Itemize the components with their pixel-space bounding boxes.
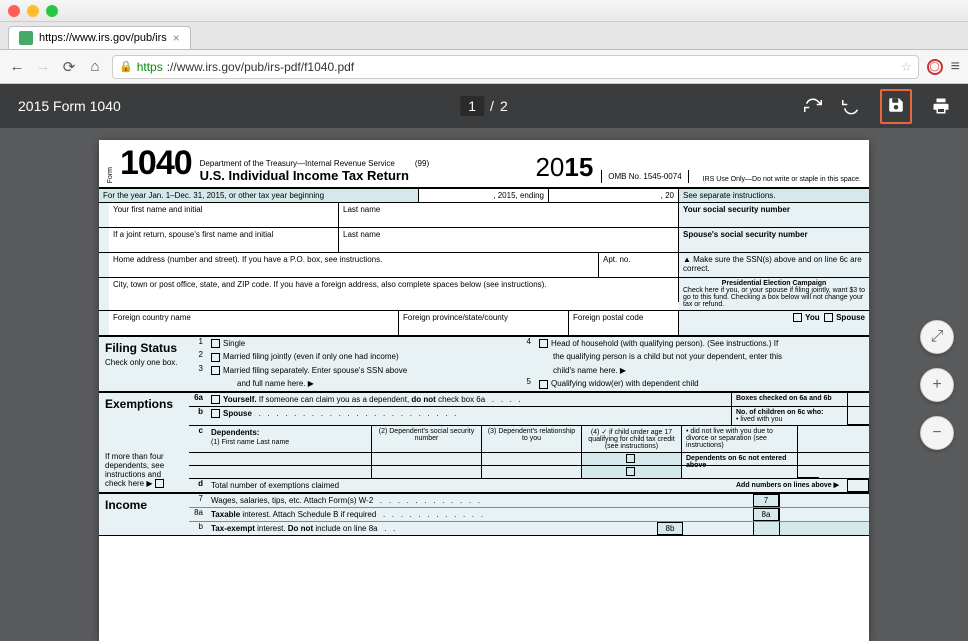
pdf-page-indicator: 1 / 2 [460,96,507,116]
fs-single-checkbox[interactable] [211,339,220,348]
rotate-ccw-icon[interactable] [842,97,860,115]
form-number: 1040 [120,144,192,183]
browser-tab[interactable]: https://www.irs.gov/pub/irs × [8,26,191,49]
foreign-province-label: Foreign province/state/county [399,311,569,335]
fs-hoh-checkbox[interactable] [539,339,548,348]
favicon-icon [19,31,33,45]
tab-title: https://www.irs.gov/pub/irs [39,32,167,44]
zoom-controls: ⤢ + − [920,320,954,450]
tab-close-icon[interactable]: × [173,31,180,45]
spouse-last-label: Last name [339,228,679,252]
url-path: ://www.irs.gov/pub/irs-pdf/f1040.pdf [167,60,354,74]
menu-button[interactable]: ≡ [951,58,960,76]
year-suffix: 15 [564,152,593,182]
see-instructions: See separate instructions. [679,189,869,202]
irs-use-only: IRS Use Only—Do not write or staple in t… [697,176,861,183]
page-current[interactable]: 1 [460,96,484,116]
apt-label: Apt. no. [599,253,679,277]
ssn-warning: ▲ Make sure the SSN(s) above and on line… [679,253,869,277]
tax-year-begin: For the year Jan. 1–Dec. 31, 2015, or ot… [99,189,419,202]
print-icon[interactable] [932,97,950,115]
pdf-title: 2015 Form 1040 [18,98,121,114]
filing-status-heading: Filing StatusCheck only one box. [99,337,189,391]
pec-checkboxes: You Spouse [679,311,869,335]
pdf-toolbar: 2015 Form 1040 1 / 2 [0,84,968,128]
minimize-window-button[interactable] [27,5,39,17]
code-99: (99) [415,159,429,168]
tab-bar: https://www.irs.gov/pub/irs × [0,22,968,50]
home-button[interactable]: ⌂ [86,58,104,76]
pdf-viewport[interactable]: Form 1040 Department of the Treasury—Int… [0,128,968,641]
city-label: City, town or post office, state, and ZI… [109,278,679,302]
exemptions-heading: Exemptions If more than four dependents,… [99,393,189,492]
pdf-actions [804,89,950,124]
close-window-button[interactable] [8,5,20,17]
rotate-cw-icon[interactable] [804,97,822,115]
download-icon[interactable] [887,96,905,114]
year-prefix: 20 [535,152,564,182]
fs-mfj-checkbox[interactable] [211,353,220,362]
back-button[interactable]: ← [8,58,26,76]
fs-mfs-checkbox[interactable] [211,366,220,375]
spouse-first-label: If a joint return, spouse's first name a… [109,228,339,252]
first-name-label: Your first name and initial [109,203,339,227]
form-1040-document: Form 1040 Department of the Treasury—Int… [99,140,869,641]
url-bar[interactable]: 🔒 https ://www.irs.gov/pub/irs-pdf/f1040.… [112,55,919,79]
window-titlebar [0,0,968,22]
form-title: U.S. Individual Income Tax Return [200,168,528,183]
browser-toolbar: ← → ⟳ ⌂ 🔒 https ://www.irs.gov/pub/irs-pd… [0,50,968,84]
omb-number: OMB No. 1545-0074 [601,170,688,183]
6b-checkbox[interactable] [211,409,220,418]
spouse-ssn-label: Spouse's social security number [679,228,869,252]
ssn-label: Your social security number [679,203,869,227]
fit-page-button[interactable]: ⤢ [920,320,954,354]
tax-year-20: , 20 [549,189,679,202]
forward-button[interactable]: → [34,58,52,76]
last-name-label: Last name [339,203,679,227]
form-label: Form [107,167,114,183]
fs-qw-checkbox[interactable] [539,380,548,389]
traffic-lights [8,5,58,17]
income-heading: Income [99,494,189,535]
pec-block: Presidential Election Campaign Check her… [679,278,869,310]
zoom-in-button[interactable]: + [920,368,954,402]
reload-button[interactable]: ⟳ [60,58,78,76]
page-separator: / [490,98,494,114]
tax-year-mid: , 2015, ending [419,189,549,202]
download-button-highlight [880,89,912,124]
zoom-out-button[interactable]: − [920,416,954,450]
adblock-icon[interactable]: ◯ [927,59,943,75]
foreign-postal-label: Foreign postal code [569,311,679,335]
zoom-window-button[interactable] [46,5,58,17]
bookmark-star-icon[interactable]: ☆ [901,60,912,74]
page-total: 2 [500,98,508,114]
lock-icon: 🔒 [119,60,133,73]
dept-text: Department of the Treasury—Internal Reve… [200,159,395,168]
foreign-country-label: Foreign country name [109,311,399,335]
address-label: Home address (number and street). If you… [109,253,599,277]
url-scheme: https [137,60,163,74]
6a-checkbox[interactable] [211,395,220,404]
